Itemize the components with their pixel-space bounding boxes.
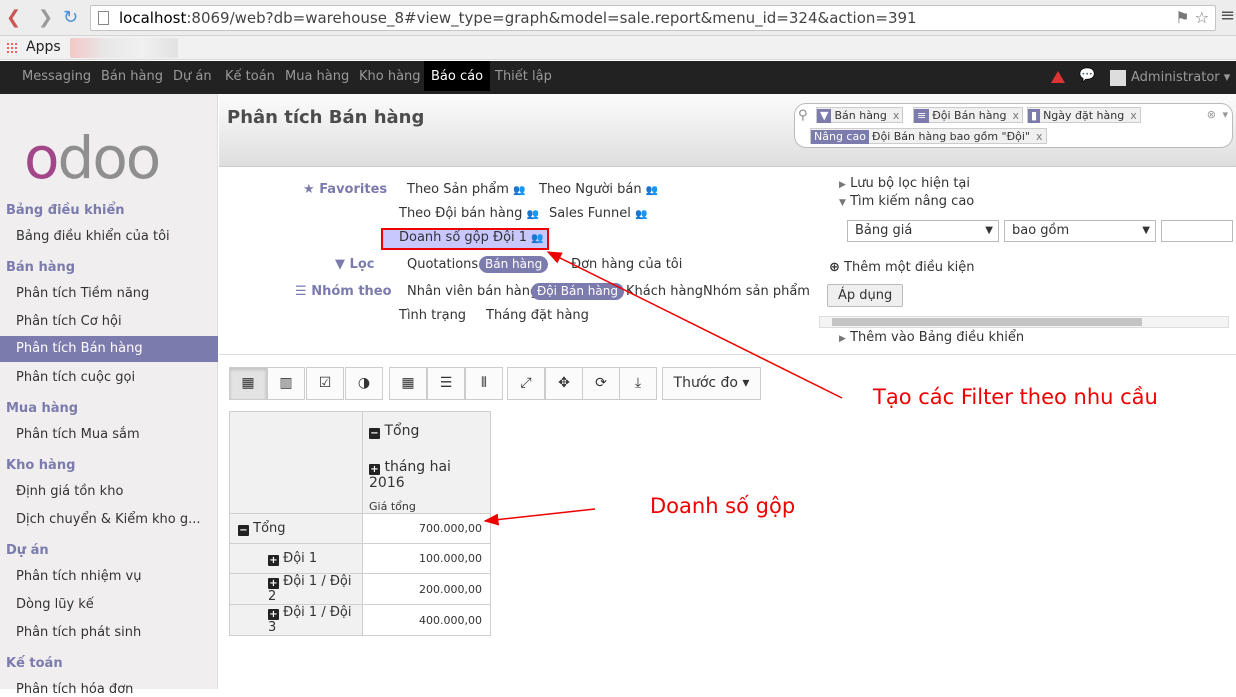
arrow-to-favorite bbox=[546, 251, 843, 399]
arrow-to-total bbox=[483, 508, 596, 526]
annotation-arrows bbox=[483, 251, 843, 526]
